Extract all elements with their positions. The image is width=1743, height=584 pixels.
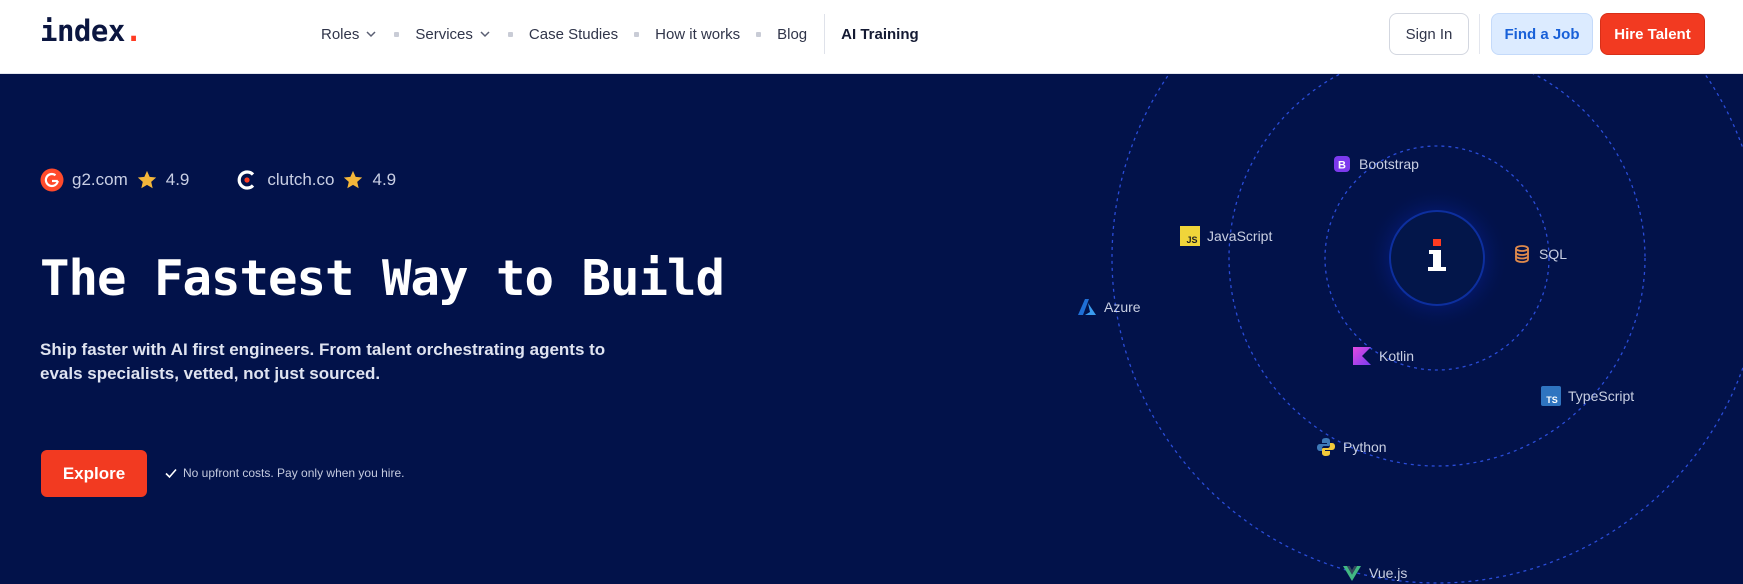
tech-label: SQL [1539, 246, 1568, 262]
star-icon [344, 170, 363, 189]
rating-site-label: clutch.co [267, 170, 335, 189]
vue-icon [1343, 566, 1361, 581]
ratings-row: g2.com 4.9 clutch.co 4.9 [40, 168, 396, 192]
nav-case-studies[interactable]: Case Studies [529, 26, 618, 43]
tech-bootstrap: B Bootstrap [1332, 154, 1419, 174]
no-upfront-note: No upfront costs. Pay only when you hire… [164, 466, 404, 480]
tech-label: Azure [1104, 299, 1141, 315]
tech-label: Vue.js [1369, 565, 1408, 581]
checkmark-icon [165, 468, 177, 479]
tech-label: Bootstrap [1359, 156, 1419, 172]
nav-ai-training[interactable]: AI Training [841, 26, 919, 43]
rating-score: 4.9 [165, 170, 190, 189]
nav-separator [507, 31, 513, 37]
bootstrap-icon: B [1334, 156, 1350, 172]
find-a-job-button[interactable]: Find a Job [1491, 13, 1593, 55]
python-icon [1317, 438, 1335, 456]
sign-in-button[interactable]: Sign In [1389, 13, 1469, 55]
explore-button[interactable]: Explore [41, 450, 147, 497]
tech-label: JavaScript [1207, 228, 1273, 244]
javascript-icon: JS [1180, 226, 1200, 246]
nav-blog[interactable]: Blog [777, 26, 807, 43]
tech-azure: Azure [1077, 297, 1141, 317]
tech-orbit-graphic: B Bootstrap JS JavaScript SQL Azure Kotl… [1000, 74, 1743, 584]
tech-vuejs: Vue.js [1342, 563, 1407, 583]
tech-typescript: TS TypeScript [1541, 386, 1634, 406]
nav-roles[interactable]: Roles [321, 26, 378, 43]
database-icon [1515, 245, 1529, 263]
rating-g2[interactable]: g2.com 4.9 [40, 168, 189, 192]
tech-python: Python [1316, 437, 1387, 457]
header-divider [1479, 14, 1480, 54]
tech-javascript: JS JavaScript [1180, 226, 1272, 246]
clutch-logo-icon [238, 170, 255, 190]
rating-score: 4.9 [372, 170, 397, 189]
azure-icon [1078, 299, 1096, 315]
tech-label: Python [1343, 439, 1387, 455]
svg-text:JS: JS [1186, 235, 1197, 245]
index-logo[interactable]: index. [40, 14, 142, 48]
chevron-down-icon [480, 31, 490, 38]
hire-talent-button[interactable]: Hire Talent [1600, 13, 1705, 55]
svg-text:B: B [1338, 160, 1346, 172]
hero-title: The Fastest Way to Build [40, 250, 725, 307]
star-icon [137, 170, 156, 189]
nav-roles-label: Roles [321, 25, 360, 43]
site-header: index. Roles Services Case Studies How i… [0, 0, 1743, 74]
svg-text:TS: TS [1546, 395, 1558, 405]
orbit-rings [1111, 74, 1743, 584]
main-nav: Roles Services Case Studies How it works… [321, 0, 919, 68]
nav-divider [824, 14, 826, 54]
nav-services[interactable]: Services [415, 26, 492, 43]
rating-clutch[interactable]: clutch.co 4.9 [235, 168, 396, 192]
hero-subtitle: Ship faster with AI first engineers. Fro… [40, 340, 606, 383]
nav-separator [394, 31, 400, 37]
g2-logo-icon [40, 168, 64, 192]
tech-sql: SQL [1512, 244, 1567, 264]
typescript-icon: TS [1541, 386, 1561, 406]
tech-label: TypeScript [1568, 388, 1635, 404]
chevron-down-icon [366, 31, 376, 38]
rating-site-label: g2.com [72, 170, 128, 189]
tech-label: Kotlin [1379, 348, 1415, 364]
tech-kotlin: Kotlin [1352, 346, 1414, 366]
nav-services-label: Services [415, 25, 473, 43]
note-text: No upfront costs. Pay only when you hire… [183, 466, 405, 480]
nav-separator [634, 31, 640, 37]
nav-separator [756, 31, 762, 37]
nav-how-it-works[interactable]: How it works [655, 26, 740, 43]
kotlin-icon [1353, 347, 1371, 365]
